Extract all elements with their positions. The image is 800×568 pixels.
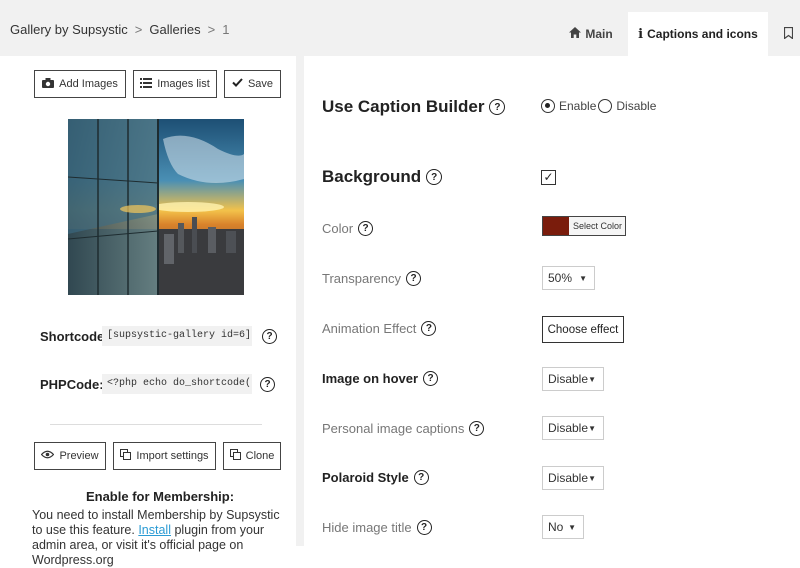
chevron-down-icon: ▼ — [588, 374, 596, 384]
bookmark-icon — [783, 26, 794, 42]
gallery-preview-image[interactable] — [68, 119, 244, 295]
chevron-down-icon: ▼ — [588, 423, 596, 433]
hide-image-title-label: Hide image title ? — [322, 520, 432, 535]
breadcrumb-separator: > — [207, 22, 216, 37]
divider — [50, 424, 262, 425]
help-icon[interactable]: ? — [416, 520, 432, 535]
breadcrumb: Gallery by Supsystic > Galleries > 1 — [10, 22, 229, 37]
phpcode-field[interactable]: <?php echo do_shortcode('[s — [102, 374, 252, 394]
color-picker[interactable]: Select Color — [542, 216, 626, 236]
chevron-down-icon: ▼ — [579, 273, 587, 283]
help-icon[interactable]: ? — [426, 169, 443, 185]
personal-captions-select[interactable]: Disable ▼ — [542, 416, 604, 440]
help-icon[interactable]: ? — [421, 321, 437, 336]
help-icon[interactable]: ? — [358, 221, 374, 236]
enable-radio[interactable] — [541, 99, 555, 113]
hide-image-title-text: Hide image title — [322, 520, 412, 535]
tab-more[interactable] — [783, 12, 800, 56]
membership-title: Enable for Membership: — [85, 489, 235, 504]
help-icon[interactable]: ? — [489, 99, 506, 115]
help-icon[interactable]: ? — [406, 271, 421, 286]
list-icon — [140, 77, 153, 91]
tab-captions-and-icons[interactable]: i Captions and icons — [628, 12, 768, 56]
polaroid-style-text: Polaroid Style — [322, 470, 409, 485]
color-label: Color ? — [322, 221, 374, 236]
hide-image-title-select[interactable]: No ▼ — [542, 515, 584, 539]
membership-text: You need to install Membership by Supsys… — [32, 508, 292, 568]
tab-main-label: Main — [585, 27, 613, 41]
enable-label[interactable]: Enable — [559, 99, 596, 113]
animation-effect-label: Animation Effect ? — [322, 321, 437, 336]
shortcode-row: Shortcode: [supsystic-gallery id=6] ? — [40, 326, 277, 346]
add-images-button[interactable]: Add Images — [34, 70, 126, 98]
polaroid-style-select[interactable]: Disable ▼ — [542, 466, 604, 490]
phpcode-help-icon[interactable]: ? — [260, 376, 275, 392]
personal-captions-value: Disable — [548, 421, 589, 435]
chevron-down-icon: ▼ — [568, 522, 576, 532]
phpcode-row: PHPCode: <?php echo do_shortcode('[s ? — [40, 374, 275, 394]
personal-captions-label: Personal image captions ? — [322, 421, 485, 436]
help-icon[interactable]: ? — [413, 470, 429, 485]
tab-captions-label: Captions and icons — [647, 27, 758, 41]
choose-effect-button[interactable]: Choose effect — [542, 316, 624, 343]
check-icon — [232, 78, 243, 90]
top-bar: Gallery by Supsystic > Galleries > 1 Mai… — [0, 0, 800, 56]
preview-label: Preview — [59, 450, 99, 462]
help-icon[interactable]: ? — [469, 421, 485, 436]
caption-builder-text: Use Caption Builder — [322, 97, 485, 116]
image-on-hover-text: Image on hover — [322, 371, 419, 386]
images-list-button[interactable]: Images list — [133, 70, 217, 98]
save-button[interactable]: Save — [224, 70, 281, 98]
image-on-hover-value: Disable — [548, 372, 589, 386]
shortcode-help-icon[interactable]: ? — [262, 328, 277, 344]
breadcrumb-current: 1 — [222, 22, 230, 37]
image-on-hover-label: Image on hover ? — [322, 371, 439, 386]
transparency-text: Transparency — [322, 271, 401, 286]
transparency-label: Transparency ? — [322, 271, 421, 286]
preview-button[interactable]: Preview — [34, 442, 106, 470]
transparency-select[interactable]: 50% ▼ — [542, 266, 595, 290]
background-checkbox[interactable]: ✓ — [541, 170, 556, 185]
panel-divider — [296, 56, 304, 546]
polaroid-style-value: Disable — [548, 471, 589, 485]
polaroid-style-label: Polaroid Style ? — [322, 470, 429, 485]
chevron-down-icon: ▼ — [588, 473, 596, 483]
camera-icon — [42, 77, 55, 91]
breadcrumb-separator: > — [134, 22, 143, 37]
help-icon[interactable]: ? — [423, 371, 439, 386]
disable-radio[interactable] — [598, 99, 613, 113]
color-text: Color — [322, 221, 354, 236]
caption-builder-radio-group: Enable Disable — [541, 99, 656, 113]
tab-main[interactable]: Main — [558, 12, 624, 56]
hide-image-title-value: No — [548, 520, 564, 534]
breadcrumb-section[interactable]: Galleries — [149, 22, 200, 37]
caption-builder-label: Use Caption Builder ? — [322, 97, 506, 117]
add-images-label: Add Images — [59, 78, 118, 90]
clone-button[interactable]: Clone — [223, 442, 281, 470]
image-on-hover-select[interactable]: Disable ▼ — [542, 367, 604, 391]
install-link[interactable]: Install — [138, 523, 171, 537]
clone-icon — [229, 449, 241, 463]
home-icon — [569, 27, 582, 41]
phpcode-label: PHPCode: — [40, 376, 104, 392]
background-label: Background ? — [322, 167, 443, 187]
save-label: Save — [247, 78, 274, 90]
shortcode-label: Shortcode: — [40, 328, 109, 344]
copy-icon — [120, 449, 132, 463]
clone-label: Clone — [245, 450, 275, 462]
images-list-label: Images list — [157, 78, 210, 90]
select-color-button[interactable]: Select Color — [569, 217, 625, 235]
personal-captions-text: Personal image captions — [322, 421, 465, 436]
eye-icon — [41, 450, 55, 462]
animation-effect-text: Animation Effect — [322, 321, 417, 336]
background-text: Background — [322, 167, 422, 186]
breadcrumb-root[interactable]: Gallery by Supsystic — [10, 22, 128, 37]
shortcode-field[interactable]: [supsystic-gallery id=6] — [102, 326, 252, 346]
info-icon: i — [638, 26, 644, 42]
color-swatch — [543, 217, 569, 235]
import-settings-button[interactable]: Import settings — [113, 442, 216, 470]
import-settings-label: Import settings — [136, 450, 209, 462]
disable-label[interactable]: Disable — [616, 99, 656, 113]
transparency-value: 50% — [548, 271, 573, 285]
